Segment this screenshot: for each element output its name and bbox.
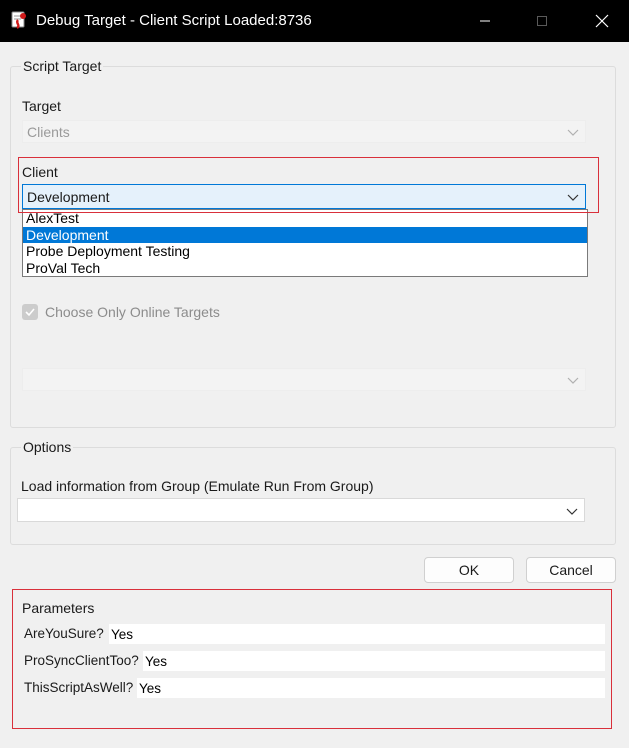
parameter-name: ProSyncClientToo? — [24, 653, 139, 668]
maximize-icon — [537, 16, 547, 26]
parameters-legend: Parameters — [20, 600, 97, 616]
title-bar: Debug Target - Client Script Loaded:8736 — [0, 0, 629, 42]
client-combobox[interactable]: Development — [22, 184, 586, 209]
dialog-body: Script Target Target Clients Client Deve… — [0, 42, 629, 748]
parameter-name: ThisScriptAsWell? — [24, 680, 134, 695]
client-dropdown-list: AlexTest Development Probe Deployment Te… — [22, 209, 588, 277]
parameter-row: ThisScriptAsWell? Yes — [24, 678, 605, 698]
checkmark-icon — [25, 308, 35, 317]
parameter-row: AreYouSure? Yes — [24, 624, 605, 644]
secondary-target-combobox — [22, 368, 586, 391]
app-script-icon — [11, 11, 26, 29]
parameter-row: ProSyncClientToo? Yes — [24, 651, 605, 671]
parameter-value-input[interactable]: Yes — [137, 678, 605, 698]
parameter-value-input[interactable]: Yes — [109, 624, 605, 644]
window-title: Debug Target - Client Script Loaded:8736 — [36, 12, 312, 29]
chevron-down-icon — [567, 194, 579, 201]
maximize-button[interactable] — [519, 0, 565, 42]
group-label: Load information from Group (Emulate Run… — [21, 478, 374, 494]
online-only-checkbox[interactable] — [22, 304, 38, 320]
chevron-down-icon — [567, 377, 579, 384]
chevron-down-icon — [567, 129, 579, 136]
client-option-alextest[interactable]: AlexTest — [23, 210, 587, 227]
options-legend: Options — [21, 439, 74, 455]
parameter-value-input[interactable]: Yes — [143, 651, 605, 671]
chevron-down-icon — [566, 508, 578, 515]
client-option-proval-tech[interactable]: ProVal Tech — [23, 260, 587, 277]
online-only-label: Choose Only Online Targets — [45, 304, 220, 320]
target-combobox: Clients — [22, 120, 586, 143]
options-group: Options — [10, 439, 616, 545]
minimize-icon — [480, 20, 490, 22]
script-target-legend: Script Target — [21, 58, 104, 74]
close-button[interactable] — [579, 0, 625, 42]
group-combobox[interactable] — [17, 498, 585, 522]
target-label: Target — [22, 98, 61, 114]
client-option-development[interactable]: Development — [23, 226, 587, 243]
target-value: Clients — [27, 124, 70, 140]
client-value: Development — [27, 189, 110, 205]
parameter-name: AreYouSure? — [24, 626, 104, 641]
client-label: Client — [22, 164, 58, 180]
minimize-button[interactable] — [462, 0, 508, 42]
client-option-probe-deployment-testing[interactable]: Probe Deployment Testing — [23, 243, 587, 260]
ok-button[interactable]: OK — [424, 557, 514, 583]
cancel-button[interactable]: Cancel — [526, 557, 616, 583]
close-icon — [595, 14, 609, 28]
